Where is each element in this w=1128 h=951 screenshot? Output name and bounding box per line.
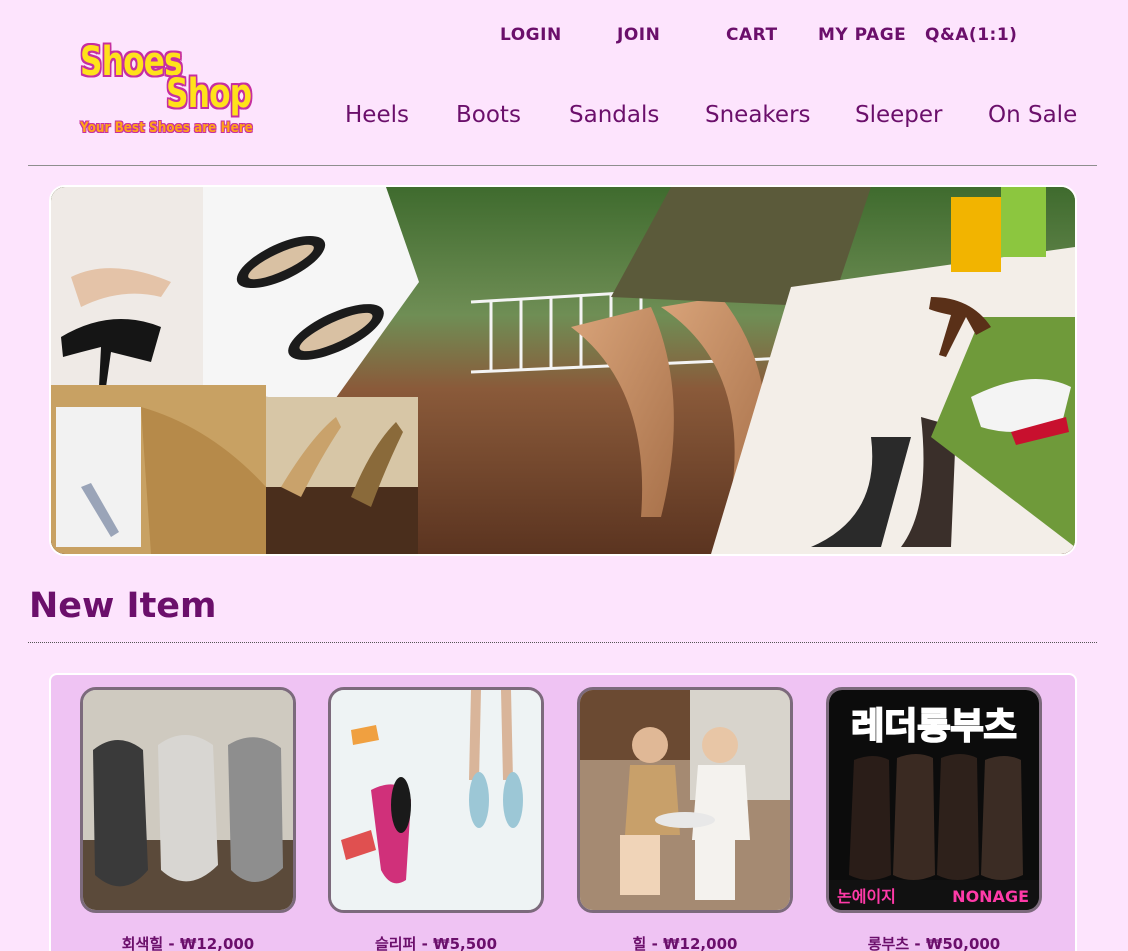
- product-list: 회색힐 - ₩12,000 슬리퍼 - ₩5,500 힐 - ₩12,000 레…: [49, 673, 1077, 951]
- boots-overlay-title: 레더롱부츠: [851, 706, 1017, 747]
- section-divider: [28, 642, 1097, 643]
- boots-overlay-brand-en: NONAGE: [952, 887, 1029, 906]
- category-boots[interactable]: Boots: [456, 102, 521, 128]
- my-page-link[interactable]: MY PAGE: [818, 25, 906, 45]
- cart-link[interactable]: CART: [726, 25, 778, 45]
- product-card[interactable]: 레더롱부츠 논에이지 NONAGE 롱부츠 - ₩50,000: [826, 687, 1042, 951]
- shoes-collage-image: [51, 187, 1075, 554]
- top-nav: LOGIN JOIN CART MY PAGE Q&A(1:1): [0, 25, 1128, 49]
- section-title-new-item: New Item: [29, 586, 217, 626]
- category-sneakers[interactable]: Sneakers: [705, 102, 811, 128]
- category-sleeper[interactable]: Sleeper: [855, 102, 943, 128]
- product-thumbnail[interactable]: 레더롱부츠 논에이지 NONAGE: [826, 687, 1042, 913]
- boots-overlay-brand-ko: 논에이지: [837, 887, 896, 906]
- login-link[interactable]: LOGIN: [500, 25, 562, 45]
- product-caption[interactable]: 슬리퍼 - ₩5,500: [328, 933, 544, 951]
- category-heels[interactable]: Heels: [345, 102, 409, 128]
- category-on-sale[interactable]: On Sale: [988, 102, 1077, 128]
- product-thumbnail[interactable]: [328, 687, 544, 913]
- product-caption[interactable]: 힐 - ₩12,000: [577, 933, 793, 951]
- product-caption[interactable]: 롱부츠 - ₩50,000: [826, 933, 1042, 951]
- join-link[interactable]: JOIN: [617, 25, 660, 45]
- product-card[interactable]: 회색힐 - ₩12,000: [80, 687, 296, 951]
- header-divider: [28, 165, 1097, 166]
- long-boots-photo: 레더롱부츠 논에이지 NONAGE: [829, 690, 1039, 910]
- slippers-photo: [331, 690, 541, 910]
- category-sandals[interactable]: Sandals: [569, 102, 659, 128]
- product-thumbnail[interactable]: [80, 687, 296, 913]
- product-card[interactable]: 힐 - ₩12,000: [577, 687, 793, 951]
- product-card[interactable]: 슬리퍼 - ₩5,500: [328, 687, 544, 951]
- qna-link[interactable]: Q&A(1:1): [925, 25, 1017, 45]
- product-caption[interactable]: 회색힐 - ₩12,000: [80, 933, 296, 951]
- heels-photo: [83, 690, 293, 910]
- product-thumbnail[interactable]: [577, 687, 793, 913]
- women-cafe-photo: [580, 690, 790, 910]
- category-nav: Heels Boots Sandals Sneakers Sleeper On …: [0, 102, 1128, 132]
- main-banner[interactable]: [49, 185, 1077, 556]
